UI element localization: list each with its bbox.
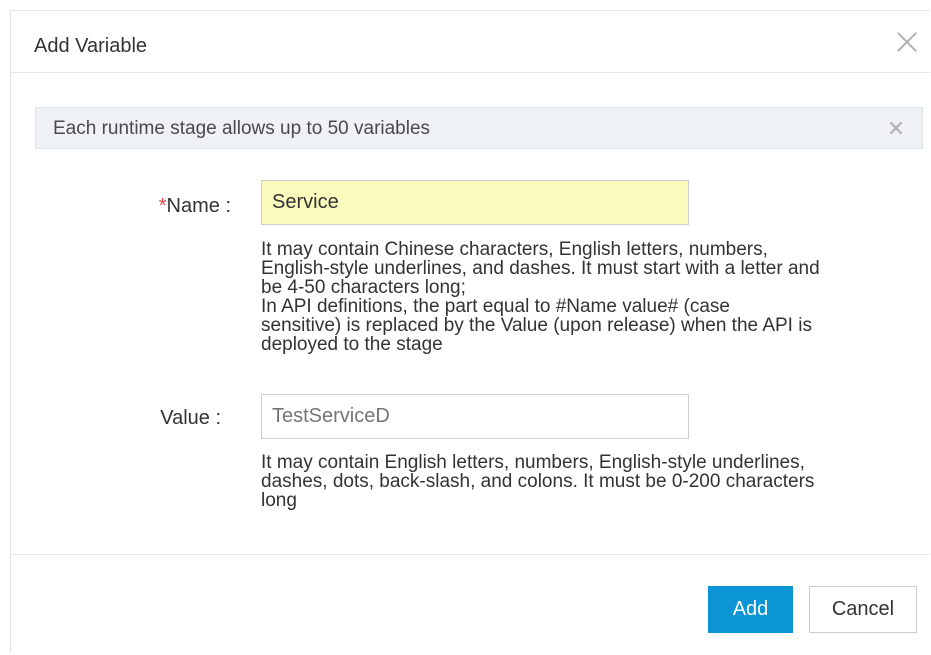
name-help-text: It may contain Chinese characters, Engli…	[261, 240, 911, 354]
help-line: It may contain Chinese characters, Engli…	[261, 239, 768, 260]
help-line: dashes, dots, back-slash, and colons. It…	[261, 471, 815, 492]
help-line: sensitive) is replaced by the Value (upo…	[261, 315, 812, 336]
help-line: English-style underlines, and dashes. It…	[261, 258, 820, 279]
name-input[interactable]	[261, 180, 689, 225]
add-button[interactable]: Add	[708, 586, 793, 633]
help-line: In API definitions, the part equal to #N…	[261, 296, 730, 317]
name-label: *Name :	[111, 195, 231, 218]
dialog-title: Add Variable	[34, 35, 148, 57]
notice-close-icon[interactable]	[888, 120, 904, 136]
help-line: deployed to the stage	[261, 334, 443, 355]
value-help-text: It may contain English letters, numbers,…	[261, 453, 911, 510]
close-icon[interactable]	[894, 29, 920, 55]
notice-text: Each runtime stage allows up to 50 varia…	[53, 118, 431, 139]
dialog-footer: Add Cancel	[11, 554, 930, 655]
value-label: Value :	[160, 407, 221, 429]
add-variable-dialog: Add Variable Each runtime stage allows u…	[10, 10, 930, 653]
help-line: long	[261, 490, 297, 511]
info-notice: Each runtime stage allows up to 50 varia…	[35, 107, 923, 149]
help-line: It may contain English letters, numbers,…	[261, 452, 805, 473]
value-input[interactable]	[261, 394, 689, 439]
cancel-button[interactable]: Cancel	[809, 586, 917, 633]
required-mark: *	[158, 195, 167, 217]
dialog-header: Add Variable	[11, 11, 930, 73]
help-line: be 4-50 characters long;	[261, 277, 466, 298]
name-label-text: Name :	[166, 195, 231, 217]
